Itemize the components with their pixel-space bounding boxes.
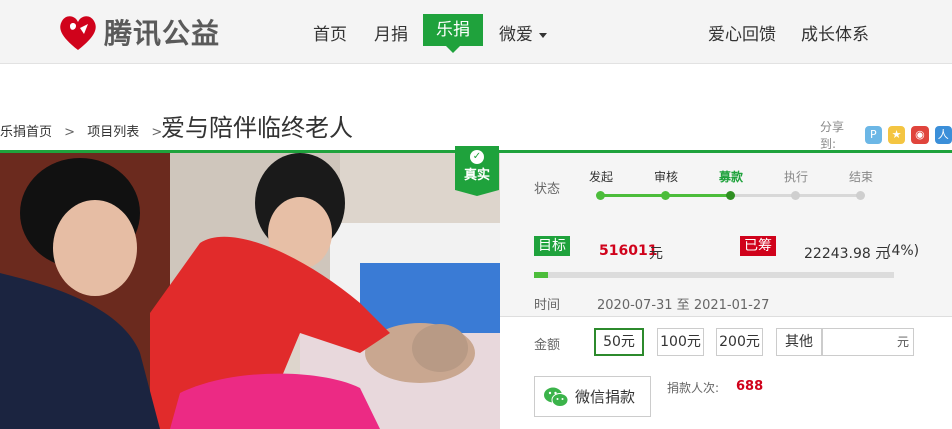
photo-illustration	[0, 153, 500, 429]
step-end: 结束	[849, 170, 874, 184]
nav-monthly[interactable]: 月捐	[374, 20, 408, 45]
share-weibo-icon[interactable]: ◉	[911, 126, 929, 144]
donor-count-label: 捐款人次:	[667, 381, 720, 395]
raised-tag: 已筹	[740, 236, 776, 256]
step-execute: 执行	[784, 170, 809, 184]
time-label: 时间	[534, 298, 561, 313]
step-dot-execute	[791, 191, 800, 200]
step-dot-fundraising	[726, 191, 735, 200]
custom-amount-unit: 元	[896, 335, 909, 349]
step-dot-start	[596, 191, 605, 200]
page-title: 爱与陪伴临终老人	[161, 114, 353, 142]
share-label: 分享到:	[820, 120, 845, 151]
time-range: 2020-07-31 至 2021-01-27	[597, 298, 770, 313]
share-qzone-icon[interactable]: P	[864, 126, 882, 144]
heart-logo-icon	[60, 16, 96, 50]
breadcrumb: 乐捐首页 > 项目列表 >	[0, 121, 170, 140]
share-star-icon[interactable]: ★	[887, 126, 906, 144]
step-fundraising: 募款	[719, 170, 744, 184]
wechat-donate-button[interactable]: 微信捐款	[534, 376, 651, 417]
nav-home[interactable]: 首页	[313, 20, 347, 45]
step-review: 审核	[654, 170, 679, 184]
nav-weiai-label: 微爱	[499, 25, 533, 45]
nav-rewards[interactable]: 爱心回馈	[708, 20, 776, 45]
step-dot-end	[856, 191, 865, 200]
amount-option-50[interactable]: 50元	[594, 328, 644, 356]
amount-option-200[interactable]: 200元	[716, 328, 763, 356]
share-tencent-icon[interactable]: 人	[934, 126, 952, 144]
check-icon: ✓	[470, 150, 484, 164]
step-start: 发起	[589, 170, 614, 184]
brand-name: 腾讯公益	[104, 17, 221, 50]
funding-progress-bar	[534, 272, 894, 278]
nav-growth[interactable]: 成长体系	[801, 20, 869, 45]
verified-badge: ✓ 真实	[455, 146, 499, 190]
crumb-separator: >	[64, 125, 76, 140]
amount-label: 金额	[534, 338, 561, 353]
top-nav-bar: 腾讯公益 首页 月捐 乐捐 微爱 爱心回馈 成长体系	[0, 0, 952, 64]
amount-option-other[interactable]: 其他	[776, 328, 822, 356]
goal-unit: 元	[649, 246, 663, 262]
crumb-project-list[interactable]: 项目列表	[87, 125, 139, 140]
step-dot-review	[661, 191, 670, 200]
wechat-icon	[544, 387, 569, 407]
project-photo	[0, 153, 500, 429]
raised-amount: 22243.98 元	[804, 246, 890, 262]
badge-tail	[455, 190, 499, 196]
donor-count: 688	[736, 379, 764, 394]
goal-tag: 目标	[534, 236, 570, 256]
amount-option-100[interactable]: 100元	[657, 328, 704, 356]
status-label: 状态	[534, 182, 561, 197]
wechat-donate-label: 微信捐款	[575, 388, 636, 406]
funding-progress-fill	[534, 272, 549, 278]
raised-percent: (4%)	[886, 243, 920, 259]
active-nav-pointer	[446, 46, 460, 53]
logo[interactable]: 腾讯公益	[56, 12, 220, 52]
verified-label: 真实	[463, 168, 490, 183]
nav-lejuan-active[interactable]: 乐捐	[423, 14, 483, 46]
custom-amount-input[interactable]: 元	[822, 328, 914, 356]
chevron-down-icon	[539, 32, 547, 38]
nav-weiai[interactable]: 微爱	[499, 20, 547, 45]
share-bar: 分享到: P ★ ◉ 人	[820, 118, 952, 152]
crumb-home[interactable]: 乐捐首页	[0, 125, 52, 140]
